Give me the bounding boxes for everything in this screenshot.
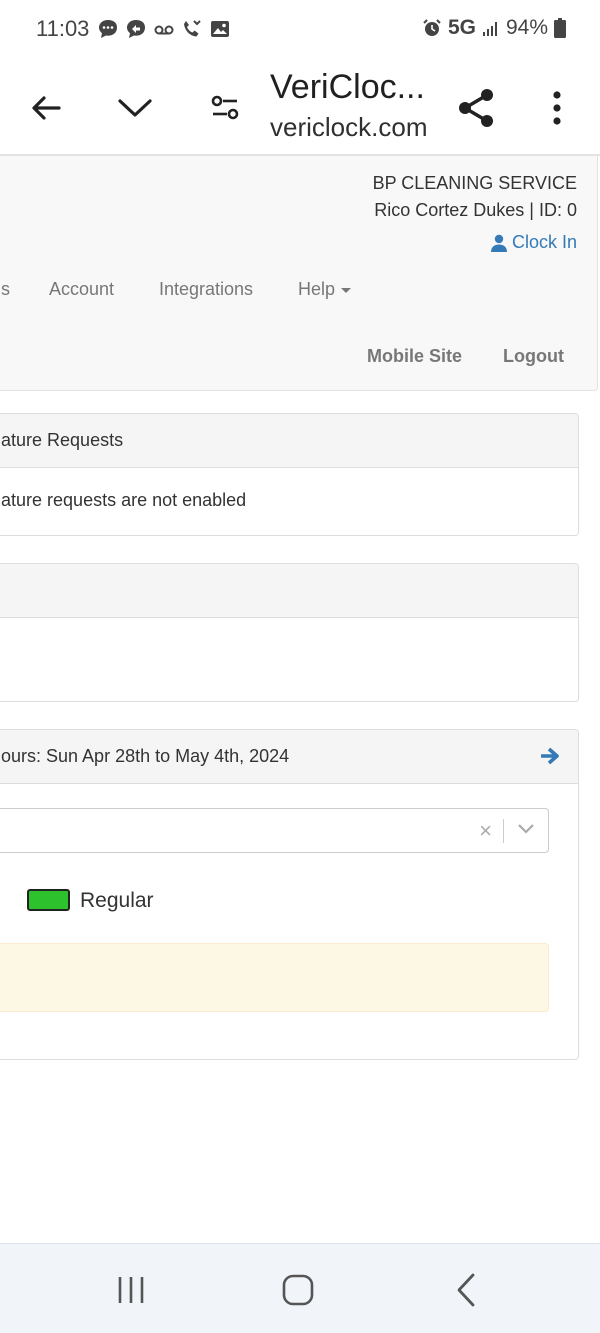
company-name: BP CLEANING SERVICE [372, 173, 577, 193]
chat-bubble-icon [99, 20, 117, 38]
nav-item-help[interactable]: Help [298, 279, 352, 300]
nav-item-partial[interactable]: s [1, 279, 10, 300]
image-icon [211, 21, 229, 37]
system-navigation-bar [0, 1243, 600, 1333]
page-title: VeriCloc... [270, 68, 425, 106]
notification-icons [97, 18, 231, 40]
logout-link[interactable]: Logout [503, 346, 564, 367]
recent-apps-icon[interactable] [101, 1270, 161, 1310]
regular-legend-swatch [27, 889, 70, 911]
status-time: 11:03 [36, 16, 90, 41]
home-icon[interactable] [268, 1270, 328, 1310]
hours-panel-title: ours: Sun Apr 28th to May 4th, 2024 [1, 746, 290, 766]
hours-panel: ours: Sun Apr 28th to May 4th, 2024 × Re… [0, 729, 579, 1060]
chevron-down-icon[interactable] [516, 822, 536, 836]
arrow-right-icon[interactable] [540, 747, 560, 765]
user-info: Rico Cortez Dukes | ID: 0 [374, 200, 577, 220]
site-settings-icon[interactable] [201, 84, 249, 132]
back-arrow-icon[interactable] [22, 84, 70, 132]
signature-panel-heading: nature Requests [0, 414, 578, 468]
warning-alert [0, 943, 549, 1012]
nav-item-integrations[interactable]: Integrations [159, 279, 253, 300]
voicemail-icon [154, 25, 174, 35]
empty-panel [0, 563, 579, 702]
mobile-site-link[interactable]: Mobile Site [367, 346, 462, 367]
clear-icon[interactable]: × [479, 818, 492, 844]
hours-panel-heading: ours: Sun Apr 28th to May 4th, 2024 [0, 730, 578, 784]
messenger-icon [127, 20, 145, 38]
signature-requests-panel: nature Requests nature requests are not … [0, 413, 579, 536]
browser-toolbar: VeriCloc... vericlock.com [0, 60, 600, 156]
nav-item-account[interactable]: Account [49, 279, 114, 300]
chevron-down-icon[interactable] [111, 84, 159, 132]
network-type: 5G [447, 16, 476, 39]
missed-call-icon [184, 20, 201, 37]
alarm-icon [423, 19, 441, 36]
clock-in-label: Clock In [511, 232, 577, 252]
more-options-icon[interactable] [533, 84, 581, 132]
status-right: 5G 94% [422, 16, 566, 40]
page-url[interactable]: vericlock.com [270, 112, 427, 143]
caret-down-icon [341, 287, 352, 293]
signal-icon [482, 22, 497, 36]
nav-help-label: Help [298, 279, 336, 299]
clock-in-link[interactable]: Clock In [490, 232, 577, 253]
share-icon[interactable] [452, 84, 500, 132]
signature-panel-title: nature Requests [0, 430, 124, 450]
battery-percent: 94% [505, 16, 548, 39]
signature-status-text: nature requests are not enabled [0, 490, 247, 510]
employee-select[interactable]: × [0, 808, 549, 853]
battery-icon [554, 18, 566, 38]
user-icon [490, 234, 507, 252]
site-navbar: BP CLEANING SERVICE Rico Cortez Dukes | … [0, 156, 598, 391]
nav-back-icon[interactable] [436, 1270, 496, 1310]
empty-panel-heading [0, 564, 578, 618]
status-bar: 11:03 5G 94% [0, 0, 600, 60]
select-separator [503, 819, 504, 843]
regular-legend-label: Regular [80, 889, 154, 912]
